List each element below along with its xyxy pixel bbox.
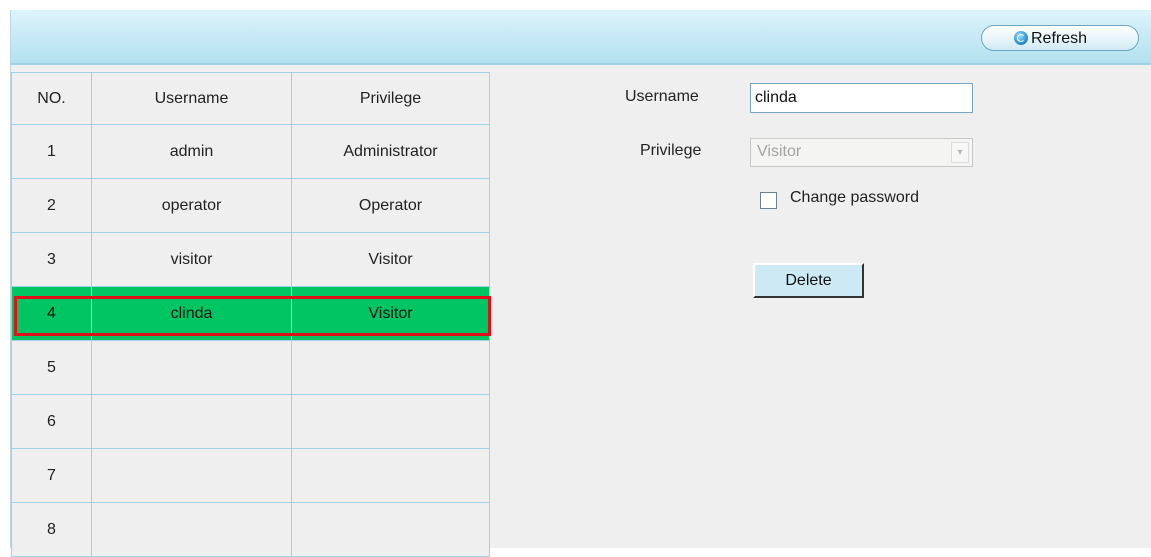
cell-privilege (291, 502, 490, 557)
cell-username: admin (91, 124, 292, 179)
cell-username (91, 448, 292, 503)
privilege-value: Visitor (757, 143, 802, 160)
refresh-label: Refresh (1031, 30, 1088, 47)
table-row[interactable]: 7 (11, 448, 490, 503)
table-row[interactable]: 3 visitor Visitor (11, 232, 490, 287)
cell-privilege: Visitor (291, 232, 490, 287)
cell-no: 5 (11, 340, 92, 395)
table-header-row: NO. Username Privilege (11, 72, 490, 125)
cell-privilege: Operator (291, 178, 490, 233)
cell-privilege: Visitor (291, 286, 490, 341)
cell-username (91, 394, 292, 449)
refresh-button[interactable]: Refresh (981, 25, 1139, 51)
refresh-icon (1014, 31, 1028, 45)
chevron-down-icon: ▾ (951, 142, 969, 163)
header-username: Username (91, 72, 292, 125)
username-label: Username (625, 88, 699, 105)
cell-username: clinda (91, 286, 292, 341)
cell-no: 6 (11, 394, 92, 449)
cell-username (91, 502, 292, 557)
username-field[interactable] (750, 83, 973, 113)
cell-username: visitor (91, 232, 292, 287)
table-row[interactable]: 8 (11, 502, 490, 557)
cell-privilege (291, 448, 490, 503)
header-privilege: Privilege (291, 72, 490, 125)
cell-no: 7 (11, 448, 92, 503)
cell-no: 1 (11, 124, 92, 179)
table-row[interactable]: 6 (11, 394, 490, 449)
cell-username: operator (91, 178, 292, 233)
header-no: NO. (11, 72, 92, 125)
privilege-label: Privilege (640, 142, 702, 159)
toolbar: Refresh (11, 10, 1151, 65)
delete-button[interactable]: Delete (753, 263, 864, 298)
table-row-selected[interactable]: 4 clinda Visitor (11, 286, 490, 341)
cell-no: 2 (11, 178, 92, 233)
cell-no: 3 (11, 232, 92, 287)
user-table: NO. Username Privilege 1 admin Administr… (11, 72, 490, 557)
privilege-select[interactable]: Visitor ▾ (750, 138, 973, 167)
table-row[interactable]: 5 (11, 340, 490, 395)
cell-privilege (291, 340, 490, 395)
cell-no: 4 (11, 286, 92, 341)
cell-privilege (291, 394, 490, 449)
change-password-checkbox[interactable] (760, 192, 777, 209)
table-row[interactable]: 1 admin Administrator (11, 124, 490, 179)
user-account-panel: Refresh NO. Username Privilege 1 admin A… (10, 10, 1151, 557)
table-row[interactable]: 2 operator Operator (11, 178, 490, 233)
change-password-label: Change password (790, 189, 919, 206)
cell-username (91, 340, 292, 395)
cell-no: 8 (11, 502, 92, 557)
cell-privilege: Administrator (291, 124, 490, 179)
